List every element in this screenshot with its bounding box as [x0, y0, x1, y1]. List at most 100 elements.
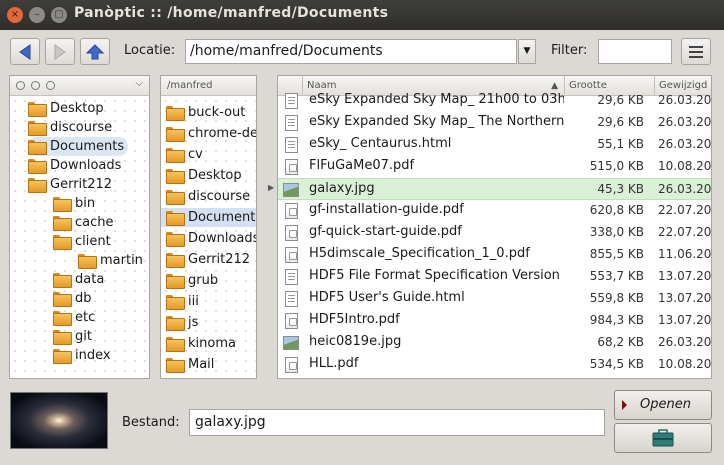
- column-item-gerrit212[interactable]: Gerrit212: [166, 250, 250, 269]
- column-item-chrome-de[interactable]: chrome-de: [166, 124, 256, 143]
- tree-item-index[interactable]: index: [53, 346, 111, 365]
- file-date: 26.03.20: [658, 93, 712, 107]
- tree-item-cache[interactable]: cache: [53, 213, 114, 232]
- document-file-icon: [285, 137, 298, 153]
- file-row[interactable]: eSky_ Centaurus.html 55,1 KB 26.03.20: [278, 134, 711, 156]
- column-item-documents[interactable]: Documents: [161, 208, 256, 227]
- file-row[interactable]: eSky Expanded Sky Map_ The Northern 29,6 …: [278, 112, 711, 134]
- back-button[interactable]: [10, 38, 40, 65]
- circle-icon[interactable]: [31, 81, 40, 90]
- file-list[interactable]: Naam ▲ Grootte Gewijzigd eSky Expanded Sk…: [277, 75, 712, 379]
- file-row[interactable]: galaxy.jpg 45,3 KB 26.03.20: [278, 178, 712, 200]
- play-icon: [622, 400, 627, 410]
- tree-item-documents[interactable]: Documents: [28, 137, 129, 156]
- folder-icon: [28, 102, 47, 117]
- file-row[interactable]: HDF5 User's Guide.html 559,8 KB 13.07.20: [278, 288, 711, 310]
- tree-item-etc[interactable]: etc: [53, 308, 95, 327]
- tree-item-martin[interactable]: martin: [78, 251, 143, 270]
- pdf-file-icon: [285, 313, 298, 329]
- folder-icon: [166, 253, 185, 268]
- folder-icon: [166, 211, 185, 226]
- window-title: Panòptic :: /home/manfred/Documents: [74, 5, 389, 21]
- file-name: FlFuGaMe07.pdf: [309, 158, 415, 173]
- column-item-discourse[interactable]: discourse: [166, 187, 250, 206]
- file-date: 13.07.20: [658, 269, 712, 283]
- column-item-desktop[interactable]: Desktop: [166, 166, 242, 185]
- document-file-icon: [285, 291, 298, 307]
- file-row[interactable]: FlFuGaMe07.pdf 515,0 KB 10.08.20: [278, 156, 711, 178]
- maximize-window-button[interactable]: ▢: [51, 7, 67, 23]
- menu-button[interactable]: [681, 38, 711, 65]
- tree-item-downloads[interactable]: Downloads: [28, 156, 121, 175]
- column-item-grub[interactable]: grub: [166, 271, 218, 290]
- file-name: HLL.pdf: [309, 356, 359, 371]
- chevron-down-icon[interactable]: ⌵: [135, 78, 143, 89]
- file-date: 26.03.20: [658, 182, 712, 196]
- image-file-icon: [283, 183, 299, 197]
- column-item-js[interactable]: js: [166, 313, 198, 332]
- tree-item-git[interactable]: git: [53, 327, 92, 346]
- open-button[interactable]: Openen: [614, 390, 712, 420]
- location-dropdown-button[interactable]: ▼: [518, 39, 536, 64]
- file-row[interactable]: HLL.pdf 534,5 KB 10.08.20: [278, 354, 711, 376]
- tree-item-discourse[interactable]: discourse: [28, 118, 112, 137]
- column-item-cv[interactable]: cv: [166, 145, 203, 164]
- circle-icon[interactable]: [16, 81, 25, 90]
- bottom-bar: Bestand: galaxy.jpg Openen: [0, 385, 724, 465]
- file-row[interactable]: gf-installation-guide.pdf 620,8 KB 22.07.2…: [278, 200, 711, 222]
- up-button[interactable]: [80, 38, 110, 65]
- file-size: 984,3 KB: [589, 313, 644, 327]
- column-item-kinoma[interactable]: kinoma: [166, 334, 236, 353]
- close-window-button[interactable]: ×: [7, 7, 23, 23]
- column-item-downloads[interactable]: Downloads: [166, 229, 256, 248]
- open-folder-icon: [53, 235, 72, 250]
- chevron-down-icon: ▼: [523, 46, 531, 56]
- document-file-icon: [285, 115, 298, 131]
- folder-icon: [166, 295, 185, 310]
- file-name: H5dimscale_Specification_1_0.pdf: [309, 246, 530, 261]
- location-input[interactable]: /home/manfred/Documents: [185, 39, 517, 64]
- file-size: 553,7 KB: [589, 269, 644, 283]
- file-name-input[interactable]: galaxy.jpg: [189, 409, 605, 436]
- column-item-mail[interactable]: Mail: [166, 355, 214, 374]
- file-name: gf-installation-guide.pdf: [309, 202, 464, 217]
- document-file-icon: [285, 269, 298, 285]
- pdf-file-icon: [285, 159, 298, 175]
- column-item-iii[interactable]: iii: [166, 292, 199, 311]
- folder-icon: [28, 159, 47, 174]
- folder-column[interactable]: /manfred buck-out chrome-de cv Desktop d…: [160, 75, 257, 379]
- file-size: 559,8 KB: [589, 291, 644, 305]
- circle-icon[interactable]: [46, 81, 55, 90]
- tree-item-gerrit212[interactable]: Gerrit212: [28, 175, 112, 194]
- file-size: 29,6 KB: [597, 93, 644, 107]
- folder-tree[interactable]: ⌵ Desktop discourse Documents Downloads …: [9, 75, 150, 379]
- folder-icon: [78, 254, 97, 269]
- forward-button[interactable]: [45, 38, 75, 65]
- arrow-left-icon: [19, 43, 31, 60]
- tree-item-db[interactable]: db: [53, 289, 92, 308]
- file-row[interactable]: H5dimscale_Specification_1_0.pdf 855,5 KB…: [278, 244, 711, 266]
- briefcase-button[interactable]: [614, 423, 712, 453]
- tree-item-desktop[interactable]: Desktop: [28, 99, 104, 118]
- title-bar: × – ▢ Panòptic :: /home/manfred/Document…: [0, 0, 724, 30]
- folder-icon: [166, 274, 185, 289]
- file-name: gf-quick-start-guide.pdf: [309, 224, 462, 239]
- filter-input[interactable]: [598, 39, 672, 64]
- file-name: eSky Expanded Sky Map_ The Northern: [309, 114, 564, 129]
- file-date: 13.07.20: [658, 313, 712, 327]
- file-row[interactable]: HDF5 File Format Specification Version 55…: [278, 266, 712, 288]
- folder-icon: [53, 216, 72, 231]
- toolbar: Locatie: /home/manfred/Documents ▼ Filte…: [0, 30, 724, 74]
- file-row[interactable]: eSky Expanded Sky Map_ 21h00 to 03h 29,6 …: [278, 90, 712, 112]
- tree-item-data[interactable]: data: [53, 270, 104, 289]
- column-item-buck-out[interactable]: buck-out: [166, 103, 245, 122]
- file-row[interactable]: HDF5Intro.pdf 984,3 KB 13.07.20: [278, 310, 712, 332]
- minimize-window-button[interactable]: –: [29, 7, 45, 23]
- file-row[interactable]: heic0819e.jpg 68,2 KB 26.03.20: [278, 332, 711, 354]
- tree-item-bin[interactable]: bin: [53, 194, 95, 213]
- tree-item-client[interactable]: client: [53, 232, 111, 251]
- hamburger-icon: [689, 45, 703, 48]
- file-row[interactable]: gf-quick-start-guide.pdf 338,0 KB 22.07.20: [278, 222, 711, 244]
- folder-icon: [166, 148, 185, 163]
- pdf-file-icon: [285, 203, 298, 219]
